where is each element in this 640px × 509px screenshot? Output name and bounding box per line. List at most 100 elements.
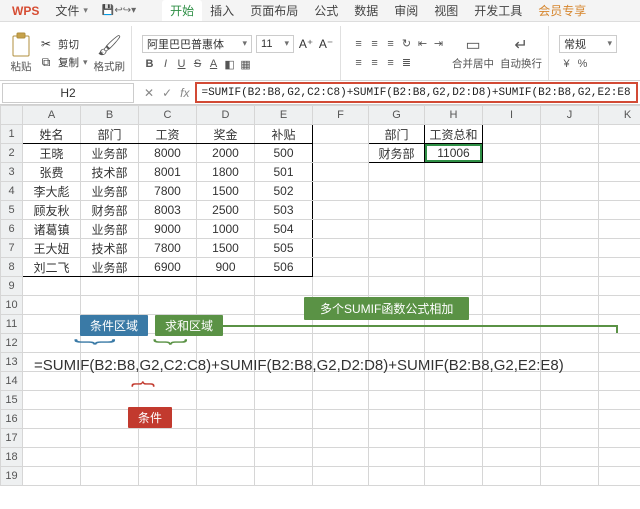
cell[interactable] [255, 315, 313, 334]
cell[interactable] [369, 182, 425, 201]
cell[interactable]: 奖金 [197, 125, 255, 144]
cell[interactable] [599, 391, 640, 410]
cell[interactable] [313, 277, 369, 296]
active-cell-H2[interactable]: 11006 [425, 144, 483, 163]
font-color-button[interactable]: A [206, 57, 221, 72]
cell[interactable]: 刘二飞 [23, 258, 81, 277]
grid[interactable]: A B C D E F G H I J K 1 姓名 部门 工资 奖金 补贴 部… [0, 105, 640, 486]
cell[interactable] [139, 334, 197, 353]
cell[interactable] [483, 334, 541, 353]
cell[interactable] [139, 410, 197, 429]
cell[interactable] [313, 429, 369, 448]
cell[interactable] [313, 125, 369, 144]
col-C[interactable]: C [139, 106, 197, 125]
cell[interactable] [23, 410, 81, 429]
cell[interactable] [483, 429, 541, 448]
cell[interactable] [197, 353, 255, 372]
cell[interactable] [599, 410, 640, 429]
cell[interactable] [197, 448, 255, 467]
cell[interactable]: 8001 [139, 163, 197, 182]
cell[interactable] [483, 372, 541, 391]
cell[interactable] [197, 410, 255, 429]
cell[interactable]: 王晓 [23, 144, 81, 163]
cell[interactable] [23, 448, 81, 467]
cell[interactable] [369, 353, 425, 372]
cell[interactable]: 503 [255, 201, 313, 220]
cell[interactable] [313, 182, 369, 201]
fill-color-button[interactable]: ◧ [222, 57, 237, 72]
row-14[interactable]: 14 [1, 372, 23, 391]
cell[interactable] [23, 315, 81, 334]
cell[interactable] [369, 391, 425, 410]
cell[interactable] [313, 144, 369, 163]
cell[interactable]: 504 [255, 220, 313, 239]
quickaccess-undo-icon[interactable]: ↩ [114, 5, 122, 16]
cell[interactable] [81, 334, 139, 353]
cell[interactable] [313, 258, 369, 277]
cell[interactable] [483, 201, 541, 220]
cell[interactable] [483, 163, 541, 182]
cell[interactable] [541, 182, 599, 201]
orientation-icon[interactable]: ↻ [399, 36, 414, 51]
row-8[interactable]: 8 [1, 258, 23, 277]
cell[interactable]: 姓名 [23, 125, 81, 144]
font-name-combo[interactable]: 阿里巴巴普惠体▾ [142, 35, 252, 53]
cell[interactable] [541, 201, 599, 220]
cell[interactable]: 900 [197, 258, 255, 277]
cell[interactable]: 业务部 [81, 182, 139, 201]
font-size-combo[interactable]: 11▾ [256, 35, 294, 53]
row-17[interactable]: 17 [1, 429, 23, 448]
cell[interactable]: 诸葛镇 [23, 220, 81, 239]
row-2[interactable]: 2 [1, 144, 23, 163]
cell[interactable]: 顾友秋 [23, 201, 81, 220]
currency-icon[interactable]: ¥ [559, 57, 574, 72]
cell[interactable]: 工资 [139, 125, 197, 144]
cell[interactable] [81, 353, 139, 372]
justify-icon[interactable]: ≣ [399, 55, 414, 70]
cell[interactable] [425, 391, 483, 410]
row-16[interactable]: 16 [1, 410, 23, 429]
cell[interactable]: 李大彪 [23, 182, 81, 201]
cell[interactable]: 工资总和 [425, 125, 483, 144]
cell[interactable] [425, 467, 483, 486]
cell[interactable] [425, 239, 483, 258]
cell[interactable] [483, 315, 541, 334]
cell[interactable] [425, 258, 483, 277]
cell[interactable]: 7800 [139, 239, 197, 258]
cell[interactable]: 9000 [139, 220, 197, 239]
cell[interactable] [599, 220, 640, 239]
cell[interactable] [425, 429, 483, 448]
cell[interactable] [369, 220, 425, 239]
cell[interactable] [23, 467, 81, 486]
cell[interactable] [313, 391, 369, 410]
cell[interactable] [369, 410, 425, 429]
cell[interactable]: 1800 [197, 163, 255, 182]
select-all-corner[interactable] [1, 106, 23, 125]
cell[interactable]: 501 [255, 163, 313, 182]
cell[interactable] [369, 315, 425, 334]
quickaccess-redo-icon[interactable]: ↪ [123, 5, 131, 16]
cell[interactable] [369, 372, 425, 391]
cell[interactable] [425, 296, 483, 315]
row-13[interactable]: 13 [1, 353, 23, 372]
quickaccess-save-icon[interactable]: 💾 [102, 5, 114, 16]
cell[interactable] [599, 201, 640, 220]
bold-button[interactable]: B [142, 57, 157, 72]
cell[interactable] [139, 277, 197, 296]
cell[interactable] [425, 410, 483, 429]
cell[interactable] [81, 372, 139, 391]
cell[interactable] [483, 239, 541, 258]
cell[interactable] [425, 220, 483, 239]
cell[interactable] [541, 467, 599, 486]
row-5[interactable]: 5 [1, 201, 23, 220]
row-3[interactable]: 3 [1, 163, 23, 182]
tab-insert[interactable]: 插入 [202, 0, 242, 21]
percent-icon[interactable]: % [575, 57, 590, 72]
col-J[interactable]: J [541, 106, 599, 125]
cell[interactable] [599, 277, 640, 296]
cell[interactable]: 部门 [369, 125, 425, 144]
cell[interactable]: 8000 [139, 144, 197, 163]
worksheet[interactable]: A B C D E F G H I J K 1 姓名 部门 工资 奖金 补贴 部… [0, 105, 640, 486]
col-B[interactable]: B [81, 106, 139, 125]
align-right-icon[interactable]: ≡ [383, 55, 398, 70]
